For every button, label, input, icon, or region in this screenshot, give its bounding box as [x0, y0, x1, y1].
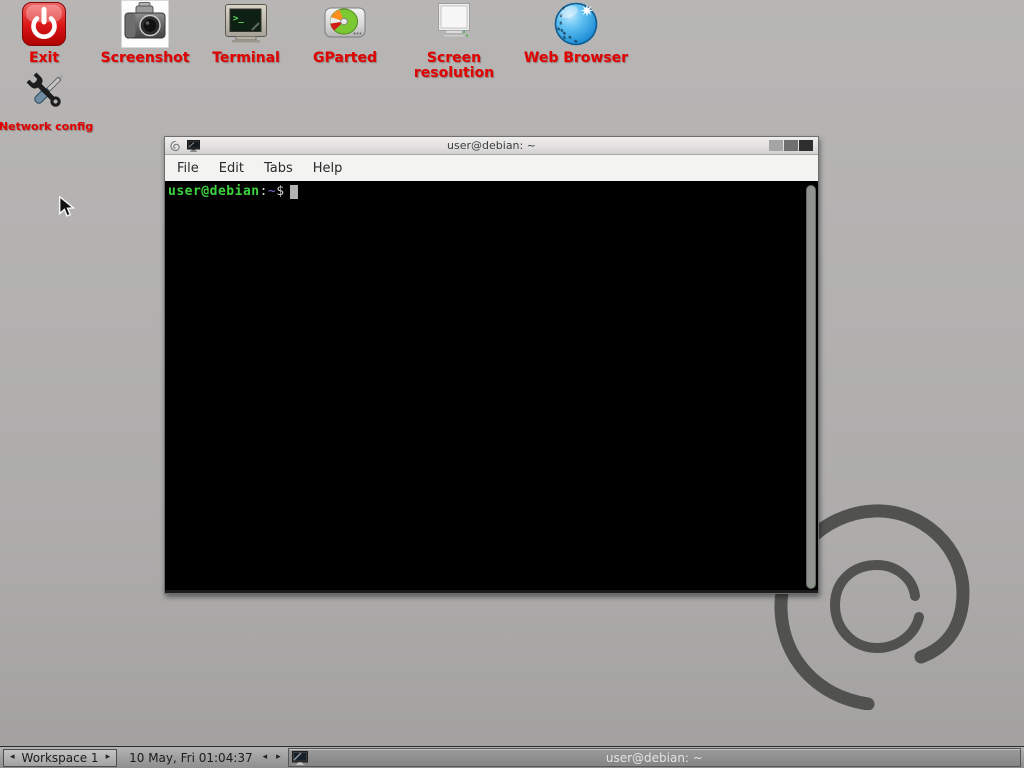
workspace-switcher[interactable]: ◂ Workspace 1 ▸: [3, 749, 117, 767]
task-button-terminal[interactable]: user@debian: ~: [288, 748, 1021, 767]
camera-icon: [121, 0, 169, 48]
prompt-path: ~: [268, 184, 276, 199]
prompt-colon: :: [260, 184, 268, 199]
task-button-title: user@debian: ~: [289, 751, 1020, 765]
window-titlebar[interactable]: user@debian: ~: [165, 137, 818, 155]
gparted-disk-icon: [321, 0, 369, 48]
workspace-label: Workspace 1: [22, 751, 99, 765]
menu-edit[interactable]: Edit: [209, 157, 254, 180]
exit-power-icon: [20, 0, 68, 48]
desktop-icon-web-browser[interactable]: Web Browser: [511, 0, 641, 66]
desktop-icon-label: Web Browser: [511, 51, 641, 66]
desktop-icon-screen-resolution[interactable]: Screen resolution: [389, 0, 519, 81]
menu-help[interactable]: Help: [303, 157, 353, 180]
terminal-scrollbar[interactable]: [806, 185, 816, 589]
close-button[interactable]: [799, 140, 813, 151]
globe-browser-icon: [552, 0, 600, 48]
desktop-icon-label: Screen resolution: [389, 51, 519, 81]
window-menubar: File Edit Tabs Help: [165, 155, 818, 181]
taskbar-clock: 10 May, Fri 01:04:37: [129, 751, 253, 765]
maximize-button[interactable]: [784, 140, 798, 151]
minimize-button[interactable]: [769, 140, 783, 151]
workspace-prev-icon[interactable]: ◂: [10, 753, 15, 762]
menu-file[interactable]: File: [167, 157, 209, 180]
tasklist-prev-icon[interactable]: ◂: [263, 753, 268, 762]
svg-text:>_: >_: [233, 14, 244, 24]
monitor-icon: [430, 0, 478, 48]
debian-swirl-icon: [170, 140, 181, 152]
tasklist-next-icon[interactable]: ▸: [276, 753, 281, 762]
window-bottom-edge: [165, 590, 818, 593]
terminal-screen[interactable]: user@debian : ~ $: [165, 181, 818, 592]
scrollbar-thumb[interactable]: [806, 185, 816, 589]
task-monitor-icon: [292, 751, 308, 765]
workspace-next-icon[interactable]: ▸: [106, 753, 111, 762]
taskbar: ◂ Workspace 1 ▸ 10 May, Fri 01:04:37 ◂ ▸…: [0, 746, 1024, 768]
crt-terminal-icon: >_: [222, 0, 270, 48]
tools-wrench-screwdriver-icon: [22, 68, 70, 116]
menu-tabs[interactable]: Tabs: [254, 157, 303, 180]
shell-prompt: user@debian : ~ $: [168, 184, 815, 199]
terminal-cursor: [290, 185, 298, 199]
prompt-symbol: $: [276, 184, 284, 199]
prompt-user-host: user@debian: [168, 184, 260, 199]
desktop-icon-label: Network config: [0, 119, 111, 134]
window-title: user@debian: ~: [165, 139, 818, 152]
mouse-cursor: [58, 196, 76, 218]
desktop-icon-network-config[interactable]: Network config: [0, 68, 111, 134]
terminal-mini-icon: [187, 140, 200, 152]
terminal-window: user@debian: ~ File Edit Tabs Help user@…: [164, 136, 819, 594]
